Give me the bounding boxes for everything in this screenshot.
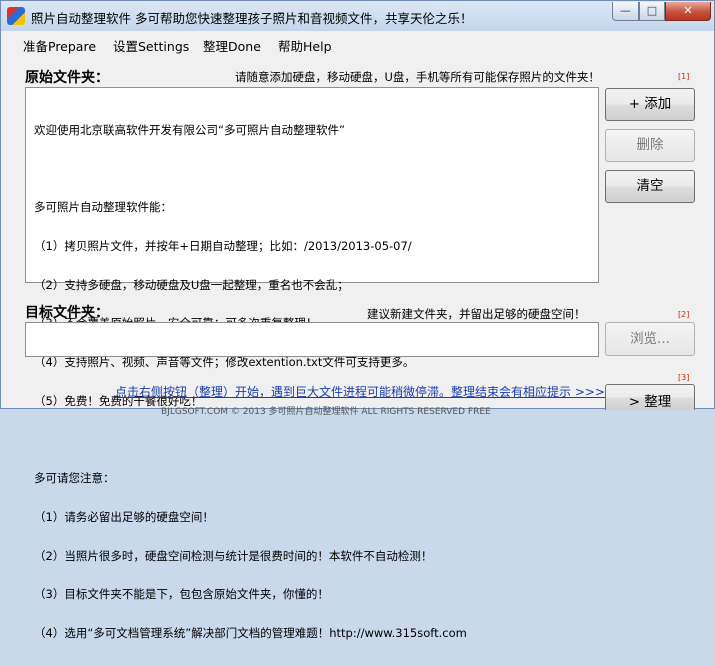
browse-button[interactable]: 浏览... (605, 322, 695, 356)
list-item: （1）拷贝照片文件，并按年+日期自动整理；比如：/2013/2013-05-07… (34, 238, 412, 253)
close-button[interactable]: ✕ (665, 2, 711, 21)
list-item: 多可照片自动整理软件能： (34, 200, 172, 215)
menu-prepare[interactable]: 准备Prepare (23, 36, 96, 55)
target-index: [2] (678, 310, 690, 319)
clear-folders-button[interactable]: 清空 (605, 170, 695, 203)
start-hint-link[interactable]: 点击右侧按钮（整理）开始，遇到巨大文件进程可能稍微停滞。整理结束会有相应提示 >… (115, 383, 605, 400)
source-folder-content: 欢迎使用北京联高软件开发有限公司“多可照片自动整理软件” 多可照片自动整理软件能… (34, 98, 594, 666)
organize-index: [3] (678, 373, 690, 382)
target-folder-hint: 建议新建文件夹，并留出足够的硬盘空间！ (367, 307, 586, 321)
list-item: 多可请您注意： (34, 471, 115, 486)
list-item: 欢迎使用北京联高软件开发有限公司“多可照片自动整理软件” (34, 122, 345, 137)
maximize-button[interactable]: □ (639, 2, 665, 21)
list-item: （2）当照片很多时，硬盘空间检测与统计是很费时间的！本软件不自动检测！ (34, 548, 433, 563)
list-item: （1）请务必留出足够的硬盘空间！ (34, 509, 214, 524)
minimize-button[interactable]: — (612, 2, 639, 21)
target-folder-label: 目标文件夹： (25, 305, 109, 321)
window-title: 照片自动整理软件 多可帮助您快速整理孩子照片和音视频文件，共享天伦之乐！ (31, 11, 473, 26)
list-item: （4）支持照片、视频、声音等文件；修改extention.txt文件可支持更多。 (34, 355, 415, 370)
title-bar[interactable]: 照片自动整理软件 多可帮助您快速整理孩子照片和音视频文件，共享天伦之乐！ — □… (1, 1, 714, 31)
source-folder-list[interactable]: 欢迎使用北京联高软件开发有限公司“多可照片自动整理软件” 多可照片自动整理软件能… (25, 87, 599, 639)
list-item (34, 433, 594, 446)
app-window: 照片自动整理软件 多可帮助您快速整理孩子照片和音视频文件，共享天伦之乐！ — □… (0, 0, 715, 639)
menu-settings[interactable]: 设置Settings (113, 36, 189, 55)
list-item: （2）支持多硬盘，移动硬盘及U盘一起整理，重名也不会乱； (34, 277, 349, 292)
add-folder-button[interactable]: + 添加 (605, 88, 695, 121)
list-item: （3）目标文件夹不能是下，包包含原始文件夹，你懂的！ (34, 587, 329, 602)
menu-bar: 准备Prepare 设置Settings 整理Done 帮助Help (1, 31, 714, 58)
status-text: BJLGSOFT.COM © 2013 多可照片自动整理软件 ALL RIGHT… (161, 407, 491, 417)
source-index: [1] (678, 72, 690, 81)
target-folder-input[interactable] (25, 322, 599, 357)
menu-done[interactable]: 整理Done (203, 36, 261, 55)
app-icon (7, 7, 25, 25)
list-item (34, 163, 594, 176)
source-folder-hint: 请随意添加硬盘，移动硬盘，U盘，手机等所有可能保存照片的文件夹！ (235, 70, 600, 84)
menu-help[interactable]: 帮助Help (278, 36, 332, 55)
list-item: （4）选用“多可文档管理系统”解决部门文档的管理难题！http://www.31… (34, 625, 467, 640)
delete-folder-button[interactable]: 删除 (605, 129, 695, 162)
organize-button[interactable]: > 整理 (605, 384, 695, 410)
source-folder-label: 原始文件夹： (25, 70, 109, 86)
